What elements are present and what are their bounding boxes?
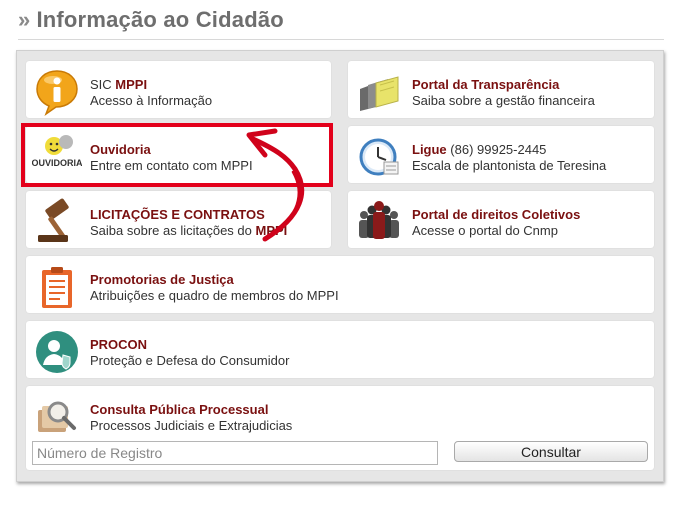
card-sic-title-bold: MPPI [115, 77, 148, 92]
card-ligue[interactable]: Ligue (86) 99925-2445 Escala de plantoni… [348, 126, 654, 183]
card-ligue-subtitle: Escala de plantonista de Teresina [412, 158, 607, 173]
raquo-glyph: » [18, 7, 31, 32]
card-ligue-title: Ligue [412, 142, 447, 157]
card-licitacoes-subtitle: Saiba sobre as licitações do [90, 223, 256, 238]
card-sic-subtitle: Acesso à Informação [90, 93, 213, 108]
gavel-icon [38, 198, 69, 242]
card-consulta-title: Consulta Pública Processual [90, 402, 269, 417]
card-promotorias-title: Promotorias de Justiça [90, 272, 234, 287]
card-promotorias-subtitle: Atribuições e quadro de membros do MPPI [90, 288, 339, 303]
card-portal-title: Portal da Transparência [412, 77, 560, 92]
card-licitacoes[interactable]: LICITAÇÕES E CONTRATOS Saiba sobre as li… [26, 191, 331, 248]
card-sic[interactable]: SIC MPPI Acesso à Informação [26, 61, 331, 118]
section-header: » Informação ao Cidadão [18, 6, 664, 40]
card-procon-title: PROCON [90, 337, 148, 352]
card-promotorias[interactable]: Promotorias de Justiça Atribuições e qua… [26, 256, 654, 313]
people-icon [359, 201, 399, 239]
page-title-text: Informação ao Cidadão [36, 7, 284, 32]
card-licitacoes-title: LICITAÇÕES E CONTRATOS [90, 207, 265, 222]
card-direitos-title: Portal de direitos Coletivos [412, 207, 581, 222]
card-procon[interactable]: PROCON Proteção e Defesa do Consumidor [26, 321, 654, 378]
registro-input[interactable] [32, 441, 438, 465]
consumer-icon [36, 331, 78, 373]
clipboard-icon [42, 267, 72, 308]
card-ligue-phone: (86) 99925-2445 [446, 142, 547, 157]
documents-icon [360, 76, 399, 111]
magnifier-folder-icon [38, 401, 76, 432]
card-procon-subtitle: Proteção e Defesa do Consumidor [90, 353, 290, 368]
card-ouvidoria-title: Ouvidoria [90, 142, 151, 157]
info-icon [36, 70, 78, 117]
clock-icon [359, 138, 399, 176]
card-ouvidoria-subtitle: Entre em contato com MPPI [90, 158, 253, 173]
card-ouvidoria[interactable]: OUVIDORIA Ouvidoria Entre em contato com… [26, 126, 331, 183]
ouvidoria-logo-text: OUVIDORIA [32, 158, 82, 168]
card-direitos-subtitle: Acesse o portal do Cnmp [412, 223, 558, 238]
card-portal-transparencia[interactable]: Portal da Transparência Saiba sobre a ge… [348, 61, 654, 118]
card-sic-title-prefix: SIC [90, 77, 116, 92]
card-portal-subtitle: Saiba sobre a gestão financeira [412, 93, 595, 108]
card-licitacoes-subtitle-bold: MPPI [255, 223, 288, 238]
card-consulta-subtitle: Processos Judiciais e Extrajudicias [90, 418, 293, 433]
ouvidoria-logo: OUVIDORIA [32, 135, 82, 168]
consultar-button[interactable]: Consultar [454, 441, 648, 462]
citizen-info-panel: SIC MPPI Acesso à Informação Portal da T… [16, 50, 664, 482]
card-consulta-publica: Consulta Pública Processual Processos Ju… [26, 386, 654, 470]
page-title: » Informação ao Cidadão [18, 6, 664, 34]
card-direitos-coletivos[interactable]: Portal de direitos Coletivos Acesse o po… [348, 191, 654, 248]
